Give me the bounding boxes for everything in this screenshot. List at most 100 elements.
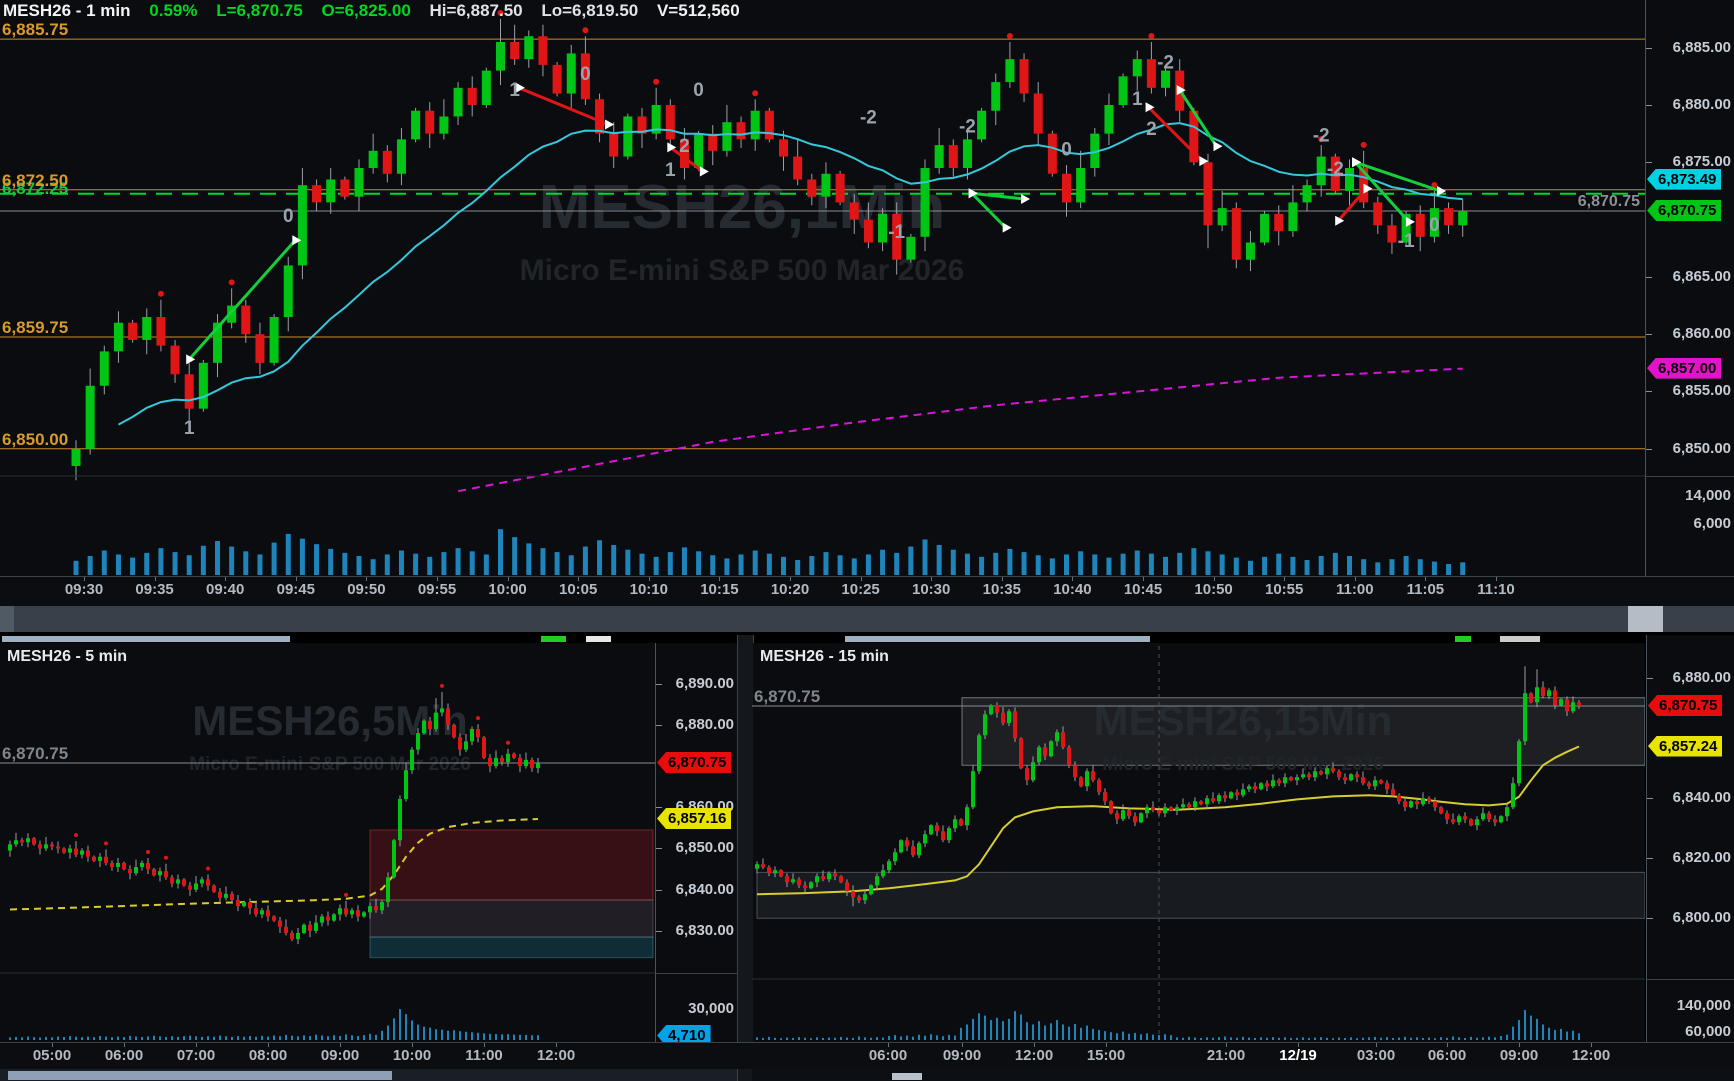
scrollbar-thumb[interactable]	[1628, 606, 1663, 632]
chart-5min-scrollbar-thumb[interactable]	[8, 1071, 392, 1080]
candle-body	[1163, 807, 1167, 813]
volume-bar	[321, 1035, 323, 1040]
volume-bar	[57, 1036, 59, 1040]
chart-5min-scrollbar[interactable]	[0, 1069, 737, 1081]
candle-body	[1115, 813, 1119, 819]
volume-bar	[303, 1035, 305, 1040]
line-price-label: 6,870.75	[1578, 193, 1640, 210]
candle-body	[464, 741, 468, 749]
candle-body	[923, 834, 927, 843]
candle-body	[755, 864, 759, 869]
chart-1min-time-axis[interactable]: 09:3009:3509:4009:4509:5009:5510:0010:05…	[0, 576, 1734, 607]
volume-bar	[1248, 1038, 1250, 1040]
chart-15min-scrollbar[interactable]	[752, 1069, 1734, 1081]
candle-body	[1037, 747, 1041, 762]
axis-tick	[1646, 449, 1652, 450]
volume-bar	[309, 1036, 311, 1040]
scale-divider	[1646, 476, 1734, 477]
axis-tick	[656, 807, 662, 808]
chart-5min-canvas[interactable]: MESH26,5MinMicro E-mini S&P 500 Mar 2026…	[0, 635, 655, 1042]
watermark-description: Micro E-mini S&P 500 Mar 2026	[1102, 754, 1384, 775]
volume-bar	[88, 556, 93, 575]
candle-body	[134, 867, 138, 873]
volume-bar	[1149, 554, 1154, 575]
candle-body	[1541, 687, 1545, 696]
candle-body	[609, 134, 618, 157]
candle-body	[1409, 801, 1413, 807]
volume-bar	[795, 560, 800, 575]
volume-bar	[1220, 554, 1225, 575]
volume-bar	[1530, 1016, 1532, 1040]
chart-15min-scrollbar-thumb[interactable]	[892, 1073, 922, 1080]
signal-number-label: 1	[1132, 89, 1143, 110]
candle-body	[224, 894, 228, 898]
volume-bar	[1106, 558, 1111, 575]
volume-bar	[597, 540, 602, 575]
volume-bar	[1158, 1035, 1160, 1040]
axis-tick	[296, 577, 297, 581]
volume-bar	[781, 557, 786, 575]
candle-body	[553, 65, 562, 94]
candle-body	[206, 879, 210, 885]
candle-body	[50, 844, 54, 846]
candle-body	[1145, 807, 1149, 813]
volume-bar	[525, 1035, 527, 1040]
candle-body	[761, 864, 765, 867]
volume-bar	[501, 1034, 503, 1040]
candle-body	[14, 840, 18, 844]
volume-bar	[1350, 1037, 1352, 1040]
swing-high-dot	[582, 27, 588, 33]
price-tick-label: 6,860.00	[1673, 325, 1731, 342]
trendline-arrow-marker	[605, 119, 614, 129]
volume-bar	[1560, 1029, 1562, 1040]
candle-body	[312, 185, 321, 202]
candle-body	[340, 179, 349, 196]
volume-bar	[51, 1037, 53, 1040]
candle-body	[248, 902, 252, 908]
candle-body	[1127, 810, 1131, 816]
signal-number-label: 1	[665, 160, 676, 181]
candle-body	[368, 906, 372, 912]
swing-high-dot	[476, 716, 480, 720]
signal-number-label: 2	[1146, 119, 1157, 140]
volume-bar	[1398, 1038, 1400, 1040]
trendline-arrow-marker	[1003, 223, 1012, 233]
chart-15min-canvas[interactable]: MESH26,15MinMicro E-mini S&P 500 Mar 202…	[752, 635, 1645, 1042]
candle-body	[212, 886, 216, 892]
trend-line	[972, 193, 1006, 227]
volume-bar	[243, 1037, 245, 1040]
candle-body	[284, 927, 288, 933]
candle-body	[1458, 211, 1467, 225]
session-volume-value: V=512,560	[657, 1, 740, 20]
chart-5min-price-axis[interactable]: 6,890.006,880.006,860.006,850.006,840.00…	[655, 643, 738, 1042]
volume-bar	[1002, 1021, 1004, 1040]
scrollbar-left-button[interactable]	[0, 606, 14, 632]
low-price-value: Lo=6,819.50	[541, 1, 638, 20]
chart-15min-price-axis[interactable]: 6,880.006,840.006,820.006,800.00140,0006…	[1646, 635, 1734, 1042]
main-horizontal-scrollbar[interactable]	[0, 606, 1734, 632]
signal-number-label: 0	[1061, 139, 1072, 160]
volume-bar	[996, 1018, 998, 1040]
line-price-label: 6,872.50	[2, 171, 68, 190]
candle-body	[1511, 783, 1515, 807]
bottom-time-axis-row[interactable]: 05:0006:0007:0008:0009:0010:0011:0012:00…	[0, 1042, 1734, 1069]
volume-bar	[21, 1037, 23, 1040]
candle-body	[845, 882, 849, 891]
chart-1min-canvas[interactable]: MESH26,1MinMicro E-mini S&P 500 Mar 2026…	[0, 0, 1645, 576]
axis-tick	[1646, 277, 1652, 278]
volume-bar	[116, 554, 121, 575]
swing-high-dot	[1007, 33, 1013, 39]
candle-body	[1331, 768, 1335, 771]
chart-1min-price-axis[interactable]: 6,885.006,880.006,875.006,865.006,860.00…	[1645, 0, 1734, 576]
candle-body	[963, 139, 972, 168]
chart-5min-title: MESH26 - 5 min	[7, 648, 127, 666]
axis-tick	[1447, 1043, 1448, 1047]
candle-body	[1031, 762, 1035, 780]
candle-body	[1043, 747, 1047, 756]
volume-bar	[225, 1036, 227, 1040]
price-tick-label: 6,850.00	[676, 839, 734, 856]
volume-bar	[483, 1033, 485, 1040]
axis-tick	[1106, 1043, 1107, 1047]
volume-bar	[1080, 1028, 1082, 1040]
candle-body	[524, 760, 528, 766]
